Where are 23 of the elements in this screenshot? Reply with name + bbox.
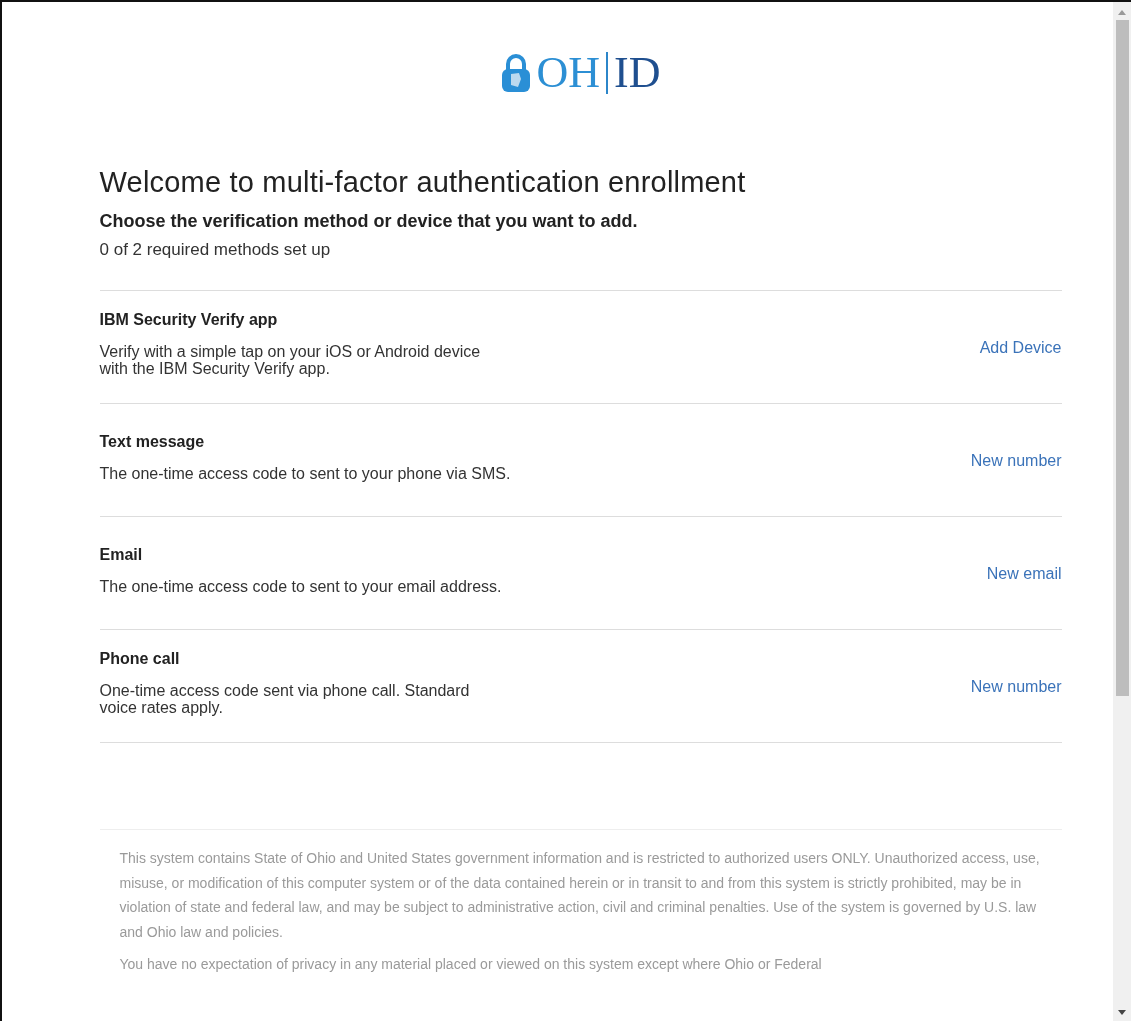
method-name: Email	[99, 545, 144, 564]
add-method-link[interactable]: Add Device	[979, 339, 1062, 357]
method-description: The one-time access code to sent to your email address.	[99, 577, 502, 595]
method-description: One-time access code sent via phone call. Standard voice rates apply.	[99, 682, 470, 716]
add-method-link[interactable]: New number	[970, 678, 1062, 696]
scrollbar-thumb[interactable]	[1115, 20, 1129, 696]
add-method-link[interactable]: New email	[986, 565, 1062, 583]
add-method-link[interactable]: New number	[970, 452, 1062, 470]
scroll-up-icon[interactable]	[1117, 8, 1127, 16]
method-name: Phone call	[99, 650, 181, 668]
progress-text: 0 of 2 required methods set up	[99, 240, 332, 260]
method-description: Verify with a simple tap on your iOS or Android device with the IBM Security Verify app.	[99, 343, 481, 377]
method-description: The one-time access code to sent to your phone via SMS.	[99, 464, 511, 482]
legal-notice: You have no expectation of privacy in any material placed or viewed on this system except where Ohio or Federal	[118, 955, 823, 974]
legal-notice: This system contains State of Ohio and United States government information and is restricted to authorized users ONLY. Unauthorized access, use, misuse, or modification of this computer system or of the data contained herein or in transit to and from this system is strictly prohibited, may be in violation of state and federal law, and may be subject to administrative action, civil and criminal penalties. Use of the system is governed by U.S. law and Ohio law and policies.	[118, 849, 1041, 942]
scroll-down-icon[interactable]	[1117, 1009, 1127, 1017]
logo-text: OH	[536, 51, 601, 95]
method-name: IBM Security Verify app	[99, 311, 279, 329]
instruction-text: Choose the verification method or device that you want to add.	[99, 211, 639, 232]
lock-icon	[500, 53, 531, 93]
logo-text: ID	[614, 51, 661, 95]
method-name: Text message	[99, 432, 206, 451]
page-title: Welcome to multi-factor authentication enrollment	[99, 166, 747, 199]
